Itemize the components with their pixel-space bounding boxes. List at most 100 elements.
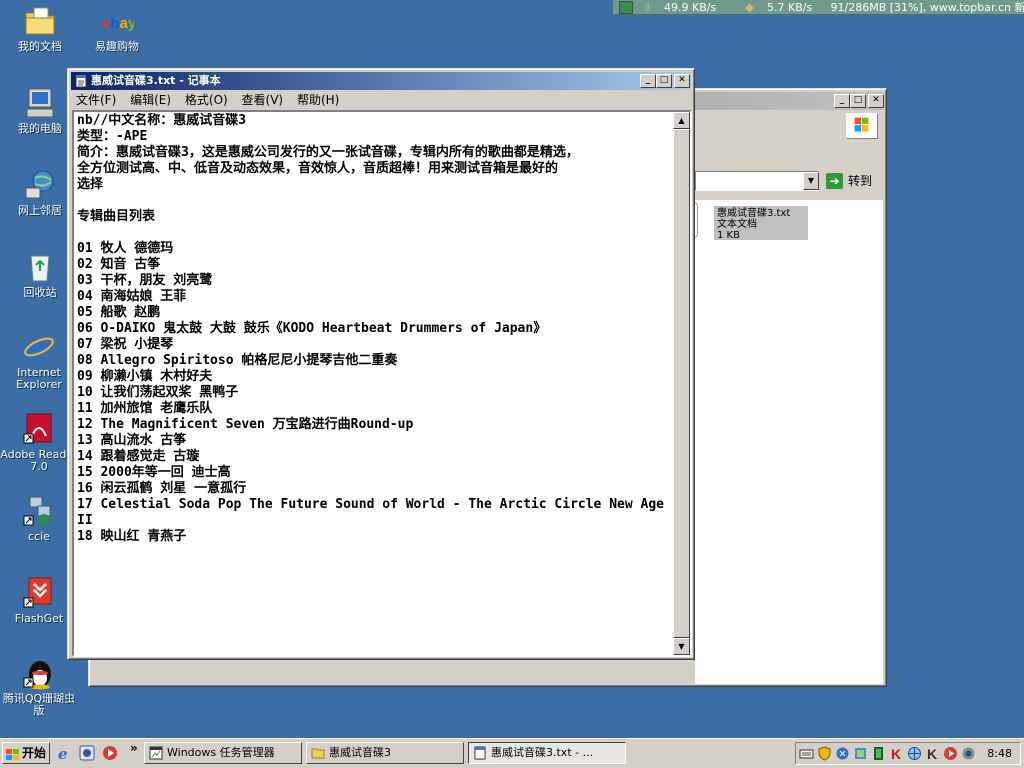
menu-edit[interactable]: 编辑(E) [125, 90, 176, 110]
download-speed: 49.9 KB/s [664, 1, 717, 14]
go-button[interactable]: ➔ 转到 [824, 171, 880, 191]
notepad-titlebar[interactable]: 惠威试音碟3.txt - 记事本 [71, 72, 691, 90]
antivirus-tray-icon[interactable] [961, 746, 976, 761]
scroll-down-button[interactable]: ▼ [673, 638, 690, 655]
menu-view[interactable]: 查看(V) [237, 90, 289, 110]
file-type: 文本文档 [717, 219, 757, 230]
menu-help[interactable]: 帮助(H) [292, 90, 344, 110]
text-line: 10 让我们荡起双桨 黑鸭子 [77, 385, 239, 400]
start-button[interactable]: 开始 [2, 742, 50, 764]
scroll-thumb[interactable] [673, 129, 690, 638]
explorer-close-button[interactable]: ✕ [868, 94, 884, 108]
monitor-tray-icon[interactable] [871, 746, 886, 761]
file-item[interactable]: 惠威试音碟3.txt 文本文档 1 KB [714, 206, 808, 241]
svg-text:K: K [927, 746, 937, 761]
svg-text:K: K [891, 746, 901, 761]
text-editor[interactable]: nb//中文名称：惠威试音碟3 类型：-APE 简介：惠威试音碟3，这是惠威公司发行… [72, 110, 692, 657]
vertical-scrollbar[interactable]: ▲ ▼ [673, 112, 690, 655]
go-arrow-icon: ➔ [826, 173, 843, 189]
text-line: 08 Allegro Spiritoso 帕格尼尼小提琴吉他二重奏 [77, 353, 398, 368]
ccie-shortcut-icon [22, 494, 56, 528]
svg-text:e: e [26, 332, 45, 364]
notepad-icon [74, 74, 88, 88]
quicklaunch-more-icon[interactable]: » [130, 741, 138, 755]
text-line: 09 柳濑小镇 木村好夫 [77, 369, 213, 384]
task-manager-icon [149, 746, 163, 760]
desktop-icon-label: 我的文档 [18, 40, 62, 53]
menu-bar: 文件(F) 编辑(E) 格式(O) 查看(V) 帮助(H) [71, 90, 691, 110]
k-app-2-icon[interactable]: K [925, 746, 940, 762]
menu-format[interactable]: 格式(O) [180, 90, 233, 110]
my-documents-icon [23, 4, 57, 38]
desktop-icon-label: 腾讯QQ珊瑚虫版 [2, 692, 76, 717]
notepad-title: 惠威试音碟3.txt - 记事本 [91, 74, 221, 87]
clock: 8:48 [987, 747, 1012, 760]
quicklaunch-media-icon[interactable] [79, 745, 95, 761]
taskbar-button-label: Windows 任务管理器 [167, 746, 275, 759]
text-line: 14 跟着感觉走 古璇 [77, 449, 200, 464]
desktop-icon-ebay[interactable]: ebay 易趣购物 [77, 4, 157, 53]
keyboard-icon[interactable] [799, 746, 814, 761]
text-line [77, 193, 673, 209]
taskbar: 开始 e » Windows 任务管理器 惠威试音碟3 惠威试音碟3.txt -… [0, 738, 1024, 768]
text-line: 05 船歌 赵鹏 [77, 305, 161, 320]
network-monitor-icon [619, 1, 633, 14]
text-content[interactable]: nb//中文名称：惠威试音碟3 类型：-APE 简介：惠威试音碟3，这是惠威公司发行… [75, 113, 675, 654]
download-arrow-icon: ⇩ [642, 1, 653, 14]
explorer-minimize-button[interactable]: _ [834, 94, 850, 108]
address-input[interactable] [695, 171, 819, 191]
topbar-monitor: ⇩ 49.9 KB/s ◆ 5.7 KB/s 91/286MB [31%], w… [613, 0, 1024, 15]
shield-icon[interactable] [817, 746, 832, 761]
recycle-bin-icon [23, 250, 57, 284]
text-line: 18 映山红 青燕子 [77, 529, 187, 544]
address-dropdown-button[interactable]: ▼ [803, 172, 819, 190]
folder-icon [311, 746, 325, 760]
taskbar-button-task-manager[interactable]: Windows 任务管理器 [144, 742, 302, 764]
taskbar-button-label: 惠威试音碟3.txt - ... [491, 746, 594, 759]
notepad-window[interactable]: 惠威试音碟3.txt - 记事本 _ □ ✕ 文件(F) 编辑(E) 格式(O)… [67, 68, 695, 660]
network-tray-icon[interactable] [853, 746, 868, 761]
text-line: 01 牧人 德德玛 [77, 241, 174, 256]
explorer-maximize-button[interactable]: □ [850, 94, 866, 108]
adobe-reader-icon [22, 412, 56, 446]
flashget-icon [22, 576, 56, 610]
text-line: 07 梁祝 小提琴 [77, 337, 174, 352]
player-tray-icon[interactable] [943, 746, 958, 761]
text-line: 选择 [77, 177, 104, 192]
desktop-icon-qq[interactable]: 腾讯QQ珊瑚虫版 [0, 656, 78, 717]
taskbar-button-label: 惠威试音碟3 [329, 746, 391, 759]
k-app-icon[interactable]: K [889, 746, 904, 762]
network-icon [23, 168, 57, 202]
svg-text:e: e [58, 745, 68, 761]
ie-icon: e [22, 330, 56, 367]
file-size: 1 KB [717, 230, 740, 241]
globe-tray-icon[interactable] [907, 746, 922, 761]
taskbar-button-notepad[interactable]: 惠威试音碟3.txt - ... [468, 742, 626, 764]
start-label: 开始 [22, 746, 47, 760]
text-line: 类型：-APE [77, 129, 148, 144]
taskbar-button-folder[interactable]: 惠威试音碟3 [306, 742, 464, 764]
scroll-up-button[interactable]: ▲ [673, 112, 690, 129]
text-line: 12 The Magnificent Seven 万宝路进行曲Round-up [77, 417, 414, 432]
desktop-icon-label: 易趣购物 [95, 40, 139, 53]
quicklaunch-ie-icon[interactable]: e [57, 745, 73, 763]
qq-icon [22, 656, 56, 690]
explorer-file-pane[interactable] [692, 200, 883, 684]
quicklaunch-player-icon[interactable] [102, 745, 118, 761]
windows-logo-icon [846, 113, 878, 139]
memory-usage: 91/286MB [31%], www.topbar.cn 新: [830, 1, 1024, 14]
text-line [77, 225, 673, 241]
text-line: 15 2000年等一回 迪士高 [77, 465, 231, 480]
notepad-maximize-button[interactable]: □ [656, 74, 672, 88]
notepad-close-button[interactable]: ✕ [674, 74, 690, 88]
text-line: nb//中文名称：惠威试音碟3 [77, 113, 247, 128]
file-name: 惠威试音碟3.txt [717, 208, 791, 219]
notepad-minimize-button[interactable]: _ [640, 74, 656, 88]
notepad-icon [473, 746, 487, 760]
text-line: 02 知音 古筝 [77, 257, 161, 272]
text-line: 17 Celestial Soda Pop The Future Sound o… [77, 497, 664, 512]
security-icon[interactable] [835, 746, 850, 761]
desktop-icon-my-documents[interactable]: 我的文档 [0, 4, 80, 53]
text-line: 04 南海姑娘 王菲 [77, 289, 187, 304]
menu-file[interactable]: 文件(F) [71, 90, 121, 110]
